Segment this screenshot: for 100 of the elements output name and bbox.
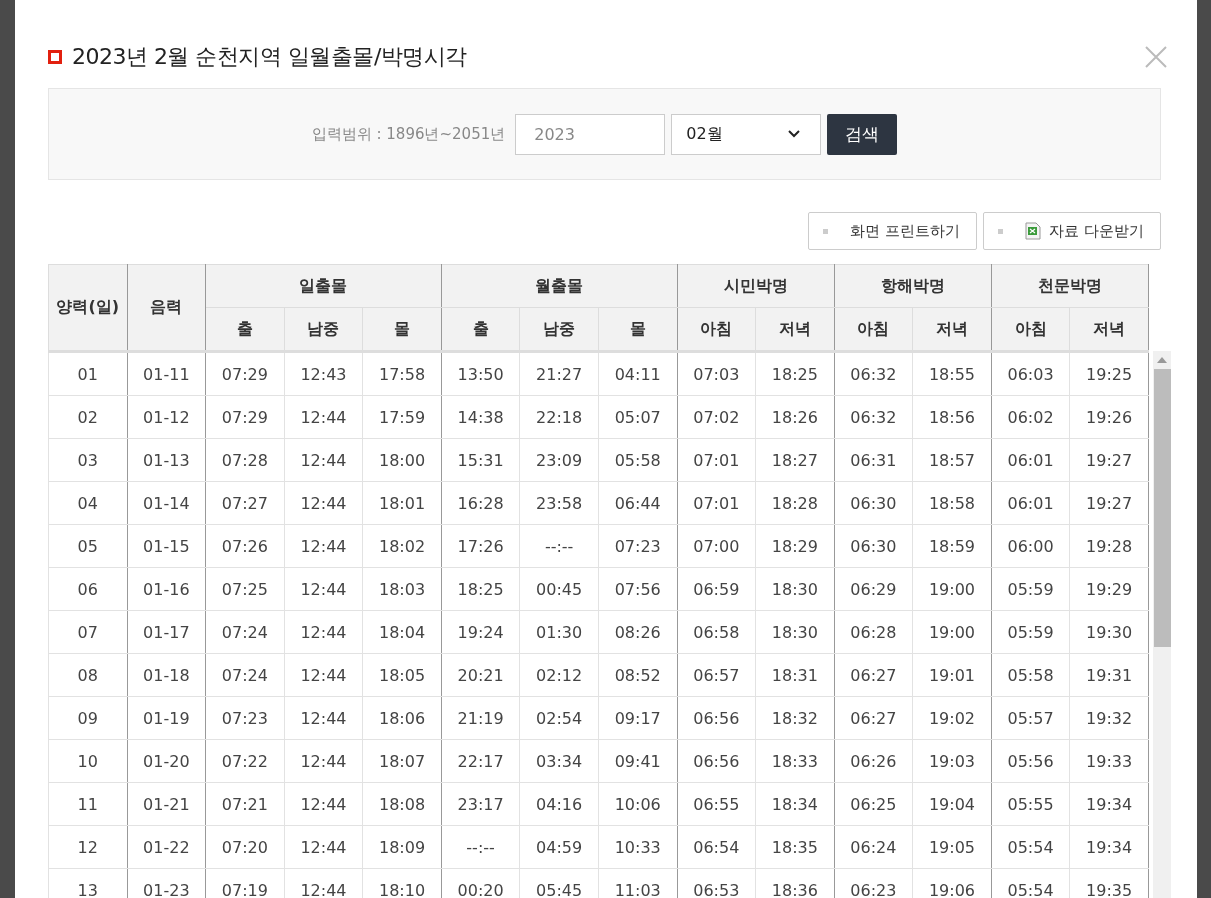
table-cell: 18:07 [362,739,442,783]
table-cell: 06:27 [834,696,913,740]
column-header: 아침 [677,307,756,351]
month-select[interactable]: 02월 [671,113,822,155]
table-cell: 01-20 [127,739,206,783]
table-cell: 06:32 [834,352,913,396]
table-cell: 19:26 [1069,395,1149,439]
table-cell: 12:44 [284,696,363,740]
table-cell: 12:44 [284,782,363,826]
year-input-field[interactable]: 2023 [515,113,666,155]
table-cell: 06:27 [834,653,913,697]
scrollbar[interactable] [1153,351,1171,898]
table-cell: 18:27 [755,438,835,482]
download-button[interactable]: 자료 다운받기 [983,212,1161,250]
table-cell: 12 [48,825,128,869]
table-cell: 19:33 [1069,739,1149,783]
table-cell: 12:44 [284,567,363,611]
table-cell: 06:59 [677,567,756,611]
table-cell: 18:08 [362,782,442,826]
table-cell: 18:02 [362,524,442,568]
table-cell: 05:58 [598,438,677,482]
table-cell: 17:26 [441,524,520,568]
table-cell: 06:56 [677,739,756,783]
table-cell: 06:02 [991,395,1070,439]
table-cell: 18:05 [362,653,442,697]
table-cell: 19:05 [912,825,992,869]
table-cell: 01 [48,352,128,396]
table-cell: 12:44 [284,739,363,783]
table-cell: 21:19 [441,696,520,740]
close-icon[interactable] [1145,46,1167,68]
table-cell: 01-18 [127,653,206,697]
table-cell: 10:33 [598,825,677,869]
scrollbar-thumb[interactable] [1153,369,1171,647]
table-cell: 18:09 [362,825,442,869]
search-button[interactable]: 검색 [827,113,898,155]
table-cell: 05:59 [991,610,1070,654]
column-group-header: 시민박명 [677,264,835,308]
table-cell: 00:45 [519,567,599,611]
table-cell: 17:58 [362,352,442,396]
table-cell: 07 [48,610,128,654]
table-cell: 01-15 [127,524,206,568]
table-cell: 07:03 [677,352,756,396]
table-cell: 06:55 [677,782,756,826]
table-cell: 19:00 [912,567,992,611]
table-cell: 07:29 [205,352,285,396]
square-bullet-icon [998,228,1004,234]
table-cell: 21:27 [519,352,599,396]
table-cell: 01-22 [127,825,206,869]
table-cell: 18:31 [755,653,835,697]
table-cell: 12:44 [284,524,363,568]
table-cell: 19:27 [1069,438,1149,482]
table-cell: 23:17 [441,782,520,826]
table-cell: 01-13 [127,438,206,482]
table-cell: 18:35 [755,825,835,869]
table-cell: 13 [48,868,128,898]
table-cell: 08 [48,653,128,697]
column-header: 남중 [284,307,363,351]
table-cell: 12:44 [284,438,363,482]
table-cell: 07:27 [205,481,285,525]
table-cell: 05:07 [598,395,677,439]
dialog-title: 2023년 2월 순천지역 일월출몰/박명시각 [72,43,468,71]
table-cell: 01-14 [127,481,206,525]
table-cell: 18:06 [362,696,442,740]
table-cell: 01-16 [127,567,206,611]
table-cell: 07:02 [677,395,756,439]
table-cell: 06:28 [834,610,913,654]
scroll-up-icon[interactable] [1157,357,1167,363]
column-header: 몰 [598,307,677,351]
table-cell: 02:54 [519,696,599,740]
table-cell: 16:28 [441,481,520,525]
table-cell: 03 [48,438,128,482]
table-cell: 06 [48,567,128,611]
print-button[interactable]: 화면 프린트하기 [808,212,978,250]
table-cell: 07:24 [205,653,285,697]
table-cell: 06:24 [834,825,913,869]
table-cell: 19:31 [1069,653,1149,697]
table-cell: 05:54 [991,825,1070,869]
table-cell: 12:44 [284,395,363,439]
spreadsheet-file-icon [1025,222,1042,240]
table-cell: 18:59 [912,524,992,568]
table-cell: 05:55 [991,782,1070,826]
table-cell: --:-- [519,524,599,568]
table-cell: 19:01 [912,653,992,697]
table-cell: 23:09 [519,438,599,482]
table-cell: 01-21 [127,782,206,826]
table-cell: 01-17 [127,610,206,654]
table-cell: 06:31 [834,438,913,482]
table-cell: 02 [48,395,128,439]
table-cell: 07:26 [205,524,285,568]
input-range-label: 입력범위 : 1896년~2051년 [311,124,506,144]
table-cell: 01:30 [519,610,599,654]
column-header: 저녁 [1069,307,1149,351]
table-cell: 08:52 [598,653,677,697]
table-cell: 07:28 [205,438,285,482]
table-cell: 07:56 [598,567,677,611]
table-cell: 09:41 [598,739,677,783]
table-cell: 18:58 [912,481,992,525]
table-cell: 01-12 [127,395,206,439]
table-cell: 10 [48,739,128,783]
column-group-header: 월출몰 [441,264,677,308]
